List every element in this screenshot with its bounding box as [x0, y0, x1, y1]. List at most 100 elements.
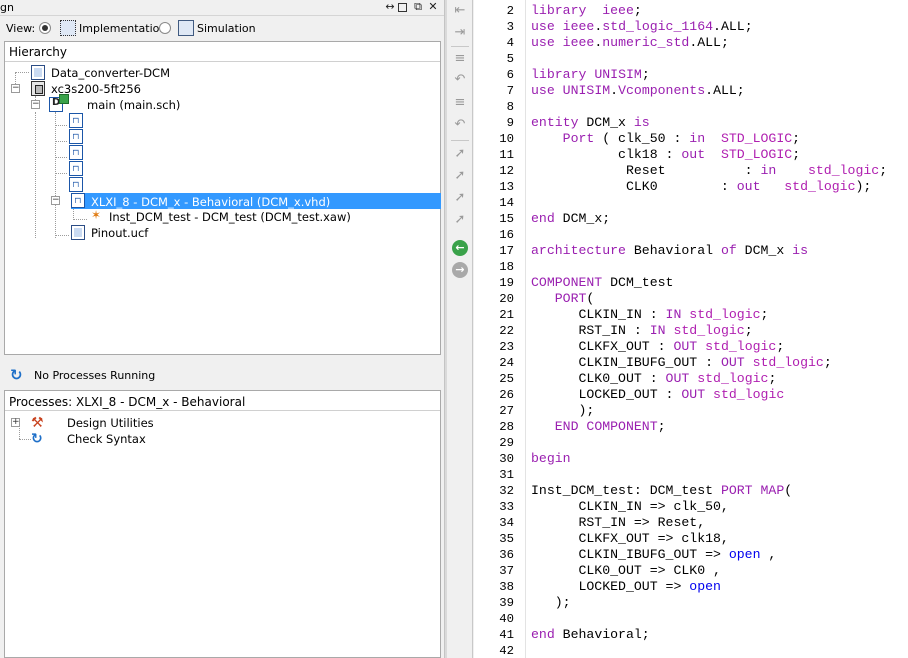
redo-icon[interactable]: ↶ [452, 117, 468, 133]
tree-item-block[interactable] [5, 113, 305, 129]
code-line[interactable]: end Behavioral; [531, 627, 650, 643]
outdent-icon[interactable]: ⇥ [452, 25, 468, 41]
code-line[interactable]: CLKIN_IN : IN std_logic; [531, 307, 768, 323]
code-line[interactable]: architecture Behavioral of DCM_x is [531, 243, 808, 259]
process-design-utilities[interactable]: + ⚒ Design Utilities [5, 415, 305, 431]
simulation-radio[interactable] [159, 22, 171, 34]
code-token: Behavioral [625, 243, 721, 258]
code-token-ty: std_logic [673, 323, 745, 338]
implementation-label[interactable]: Implementation [79, 22, 166, 35]
code-line[interactable]: RST_IN => Reset, [531, 515, 705, 531]
constraints-file-icon [71, 225, 85, 240]
tree-item-block[interactable] [5, 129, 305, 145]
tree-item-main-schematic[interactable]: − main (main.sch) [5, 94, 305, 113]
code-token: Behavioral; [554, 627, 650, 642]
line-number: 42 [499, 644, 514, 658]
code-line[interactable]: ); [531, 403, 594, 419]
code-line[interactable]: PORT( [531, 291, 595, 307]
code-token-ty: std_logic [705, 339, 777, 354]
code-line[interactable]: library UNISIM; [531, 67, 650, 83]
code-token-kw: is [633, 115, 650, 130]
code-token: CLK0_OUT => CLK0 , [531, 563, 721, 578]
code-editor[interactable]: 2 3 4 5 6 7 8 9 10 11 12 13 14 15 16 17 18 19 20 21 22 23 24 25… [474, 0, 908, 658]
undo-icon[interactable]: ↶ [452, 72, 468, 88]
hierarchy-panel: Hierarchy Data_converter-DCM − xc3s200-5… [4, 41, 441, 355]
code-token-kw: END COMPONENT [554, 419, 658, 434]
code-line[interactable]: CLKIN_IN => clk_50, [531, 499, 728, 515]
code-line[interactable]: Inst_DCM_test: DCM_test PORT MAP( [531, 483, 792, 499]
line-number: 30 [499, 452, 514, 466]
tree-item-block[interactable] [5, 161, 305, 177]
code-line[interactable]: CLK0_OUT => CLK0 , [531, 563, 721, 579]
move-icon[interactable]: ↔ [384, 1, 396, 13]
code-token: ; [760, 307, 769, 322]
code-line[interactable]: LOCKED_OUT : OUT std_logic [531, 387, 784, 403]
code-line[interactable]: CLKFX_OUT => clk18, [531, 531, 728, 547]
tree-item-pinout[interactable]: Pinout.ucf [5, 225, 305, 241]
close-icon[interactable]: ✕ [427, 1, 439, 13]
code-line[interactable]: end DCM_x; [531, 211, 610, 227]
comment-icon[interactable]: ≡ [452, 51, 468, 67]
tree-item-block[interactable] [5, 177, 305, 193]
code-line[interactable]: library ieee; [531, 3, 642, 19]
code-line[interactable]: clk18 : out STD_LOGIC; [531, 147, 800, 163]
next-bookmark-icon[interactable]: ➚ [452, 168, 468, 184]
go-forward-icon[interactable]: → [452, 262, 468, 278]
code-line[interactable]: RST_IN : IN std_logic; [531, 323, 752, 339]
code-token-kw: OUT [720, 355, 745, 370]
collapse-icon[interactable]: − [11, 84, 20, 93]
maximize-icon[interactable] [398, 3, 407, 12]
code-line[interactable]: use ieee.std_logic_1164.ALL; [531, 19, 753, 35]
code-token-ty: std_logic [689, 307, 761, 322]
simulation-label[interactable]: Simulation [197, 22, 256, 35]
implementation-radio[interactable] [39, 22, 51, 34]
code-token-kw: Port [562, 131, 595, 146]
code-token-kw: numeric_std [602, 35, 690, 50]
tree-item-inst-dcm-test[interactable]: Inst_DCM_test - DCM_test (DCM_test.xaw) [5, 208, 351, 225]
code-token: ( [784, 483, 793, 498]
clear-bookmarks-icon[interactable]: ➚ [452, 212, 468, 228]
collapse-icon[interactable]: − [31, 100, 40, 109]
code-line[interactable]: COMPONENT DCM_test [531, 275, 673, 291]
code-line[interactable]: begin [531, 451, 571, 467]
bookmark-icon[interactable]: ➚ [452, 146, 468, 162]
code-line[interactable]: LOCKED_OUT => open [531, 579, 720, 595]
tree-item-device[interactable]: − xc3s200-5ft256 [5, 81, 305, 97]
refresh-icon: ↻ [31, 431, 43, 447]
process-check-syntax[interactable]: ↻ Check Syntax [5, 431, 305, 447]
vhdl-module-icon [69, 161, 83, 176]
prev-bookmark-icon[interactable]: ➚ [452, 190, 468, 206]
go-back-icon[interactable]: ← [452, 240, 468, 256]
tree-item-block[interactable] [5, 145, 305, 161]
vhdl-module-icon [69, 145, 83, 160]
code-line[interactable]: Port ( clk_50 : in STD_LOGIC; [531, 131, 800, 147]
line-number: 27 [499, 404, 514, 418]
code-token-ty: std_logic [697, 371, 769, 386]
expand-icon[interactable]: + [11, 418, 20, 427]
line-number: 10 [499, 132, 514, 146]
code-line[interactable]: CLK0_OUT : OUT std_logic; [531, 371, 776, 387]
code-line[interactable]: ); [531, 595, 571, 611]
code-line[interactable]: CLK0 : out std_logic); [531, 179, 871, 195]
code-line[interactable]: END COMPONENT; [531, 419, 666, 435]
float-icon[interactable]: ⧉ [412, 1, 424, 13]
processes-panel: Processes: XLXI_8 - DCM_x - Behavioral +… [4, 390, 441, 658]
indent-icon[interactable]: ⇤ [452, 3, 468, 19]
code-line[interactable]: CLKIN_IBUFG_OUT => open , [531, 547, 776, 563]
code-token: CLK0 : [531, 179, 737, 194]
view-label: View: [6, 22, 36, 35]
tree-item-project[interactable]: Data_converter-DCM [5, 65, 305, 81]
code-line[interactable]: use UNISIM.Vcomponents.ALL; [531, 83, 745, 99]
code-line[interactable]: CLKFX_OUT : OUT std_logic; [531, 339, 784, 355]
line-number: 29 [499, 436, 514, 450]
code-line[interactable]: use ieee.numeric_std.ALL; [531, 35, 729, 51]
uncomment-icon[interactable]: ≡ [452, 95, 468, 111]
code-token: . [610, 83, 619, 98]
code-line[interactable]: CLKIN_IBUFG_OUT : OUT std_logic; [531, 355, 831, 371]
code-line[interactable]: Reset : in std_logic; [531, 163, 887, 179]
code-line[interactable]: entity DCM_x is [531, 115, 650, 131]
collapse-icon[interactable]: − [51, 196, 60, 205]
